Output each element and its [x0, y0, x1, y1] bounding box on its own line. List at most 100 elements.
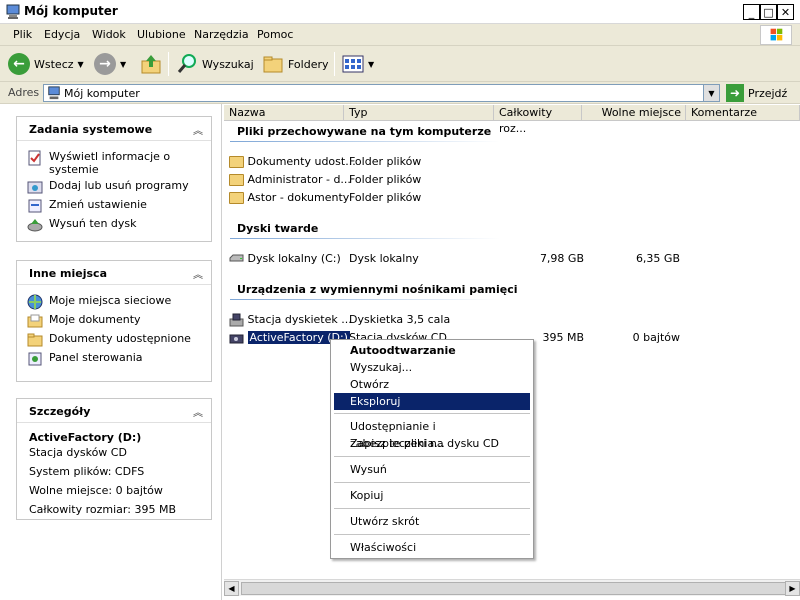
list-item[interactable]: Stacja dyskietek ...: [229, 313, 352, 327]
group-divider: [230, 299, 500, 300]
context-properties[interactable]: Właściwości: [334, 539, 530, 556]
list-item[interactable]: Dysk lokalny (C:): [229, 252, 341, 265]
system-info-icon: [28, 150, 41, 166]
address-dropdown-icon[interactable]: ▼: [703, 85, 719, 101]
context-create-shortcut[interactable]: Utwórz skrót: [334, 513, 530, 530]
context-divider: [334, 482, 530, 483]
cd-drive-icon: [229, 334, 244, 344]
context-sharing-security[interactable]: Udostępnianie i zabezpieczenia...: [334, 418, 530, 450]
toolbar-separator: [168, 52, 169, 76]
forward-arrow-icon: →: [94, 53, 116, 75]
menu-tools[interactable]: Narzędzia: [194, 28, 249, 41]
menu-favorites[interactable]: Ulubione: [137, 28, 186, 41]
control-panel-icon: [28, 352, 42, 366]
collapse-icon[interactable]: ︽: [193, 266, 203, 281]
place-shared-documents[interactable]: Dokumenty udostępnione: [27, 332, 201, 348]
collapse-icon[interactable]: ︽: [193, 404, 203, 419]
go-button[interactable]: ➜ Przejdź: [726, 84, 787, 102]
column-total-size[interactable]: Całkowity roz...: [494, 105, 582, 135]
list-item[interactable]: Astor - dokumenty: [229, 191, 349, 204]
details-total-size: Całkowity rozmiar: 395 MB: [29, 503, 176, 516]
address-bar: Adres Mój komputer ▼ ➜ Przejdź: [0, 82, 800, 104]
folders-button[interactable]: Foldery: [262, 51, 329, 77]
item-type: Folder plików: [349, 173, 422, 186]
context-open[interactable]: Otwórz: [334, 376, 530, 393]
details-item-type: Stacja dysków CD: [29, 446, 127, 459]
column-headers: Nazwa Typ Całkowity roz... Wolne miejsce…: [224, 105, 800, 135]
system-tasks-header[interactable]: Zadania systemowe ︽: [17, 117, 211, 141]
column-free-space[interactable]: Wolne miejsce: [582, 105, 686, 121]
list-item[interactable]: Administrator - d...: [229, 173, 351, 186]
address-input[interactable]: Mój komputer ▼: [43, 84, 720, 102]
details-item-name: ActiveFactory (D:): [29, 431, 142, 444]
list-item[interactable]: Dokumenty udost...: [229, 155, 356, 168]
scroll-right-icon[interactable]: ▶: [785, 581, 800, 596]
add-remove-programs-icon: [27, 181, 43, 194]
column-comments[interactable]: Komentarze: [686, 105, 800, 121]
toolbar: ← Wstecz ▼ → ▼ Wyszukaj Foldery ▼: [0, 46, 800, 82]
close-button[interactable]: ✕: [777, 4, 794, 20]
place-my-documents[interactable]: Moje dokumenty: [27, 313, 201, 329]
menu-edit[interactable]: Edycja: [44, 28, 80, 41]
minimize-button[interactable]: _: [743, 4, 760, 20]
task-add-remove-programs[interactable]: Dodaj lub usuń programy: [27, 179, 201, 195]
collapse-icon[interactable]: ︽: [193, 122, 203, 137]
context-search[interactable]: Wyszukaj...: [334, 359, 530, 376]
item-type: Dyskietka 3,5 cala: [349, 313, 451, 326]
up-folder-button[interactable]: [140, 51, 162, 77]
item-free-space: 0 bajtów: [632, 331, 680, 344]
toolbar-separator: [334, 52, 335, 76]
context-divider: [334, 413, 530, 414]
menu-view[interactable]: Widok: [92, 28, 126, 41]
maximize-button[interactable]: □: [760, 4, 777, 20]
eject-disk-icon: [27, 219, 43, 232]
folders-icon: [263, 56, 283, 73]
place-control-panel[interactable]: Panel sterowania: [27, 351, 201, 367]
column-name[interactable]: Nazwa: [224, 105, 344, 121]
context-explore[interactable]: Eksploruj: [334, 393, 530, 410]
context-burn-to-cd[interactable]: Zapisz te pliki na dysku CD: [334, 435, 530, 452]
views-icon: [342, 55, 364, 73]
window-title: Mój komputer: [24, 4, 118, 18]
other-places-panel: Inne miejsca ︽ Moje miejsca sieciowe Moj…: [16, 260, 212, 382]
search-icon: [177, 54, 196, 73]
context-copy[interactable]: Kopiuj: [334, 487, 530, 504]
folder-icon: [229, 156, 244, 168]
my-computer-icon: [48, 86, 60, 100]
group-header-hard-disks: Dyski twarde: [237, 222, 319, 235]
up-folder-icon: [141, 55, 161, 74]
menu-help[interactable]: Pomoc: [257, 28, 293, 41]
task-eject-disk[interactable]: Wysuń ten dysk: [27, 217, 201, 233]
network-places-icon: [27, 294, 43, 310]
other-places-header[interactable]: Inne miejsca ︽: [17, 261, 211, 285]
details-header[interactable]: Szczegóły ︽: [17, 399, 211, 423]
address-value: Mój komputer: [64, 87, 140, 100]
forward-dropdown-icon[interactable]: ▼: [120, 60, 126, 69]
horizontal-scrollbar[interactable]: ◀ ▶: [224, 579, 800, 596]
back-button[interactable]: ← Wstecz ▼: [8, 51, 84, 77]
forward-button[interactable]: → ▼: [94, 51, 126, 77]
title-bar: Mój komputer _ □ ✕: [0, 0, 800, 24]
place-network[interactable]: Moje miejsca sieciowe: [27, 294, 201, 310]
views-button[interactable]: ▼: [342, 51, 374, 77]
group-header-removable: Urządzenia z wymiennymi nośnikami pamięc…: [237, 283, 518, 296]
menu-file[interactable]: Plik: [13, 28, 32, 41]
context-divider: [334, 456, 530, 457]
task-system-info[interactable]: Wyświetl informacje o systemie: [27, 150, 201, 176]
views-dropdown-icon[interactable]: ▼: [368, 60, 374, 69]
back-arrow-icon: ←: [8, 53, 30, 75]
shared-documents-icon: [27, 333, 43, 347]
column-type[interactable]: Typ: [344, 105, 494, 121]
scroll-thumb[interactable]: [241, 582, 800, 595]
context-divider: [334, 534, 530, 535]
change-setting-icon: [28, 199, 42, 213]
context-eject[interactable]: Wysuń: [334, 461, 530, 478]
folder-icon: [229, 192, 244, 204]
search-button[interactable]: Wyszukaj: [176, 51, 254, 77]
task-change-setting[interactable]: Zmień ustawienie: [27, 198, 201, 214]
context-autoplay[interactable]: Autoodtwarzanie: [334, 342, 530, 359]
floppy-drive-icon: [229, 313, 244, 327]
scroll-left-icon[interactable]: ◀: [224, 581, 239, 596]
item-type: Folder plików: [349, 155, 422, 168]
back-dropdown-icon[interactable]: ▼: [78, 60, 84, 69]
